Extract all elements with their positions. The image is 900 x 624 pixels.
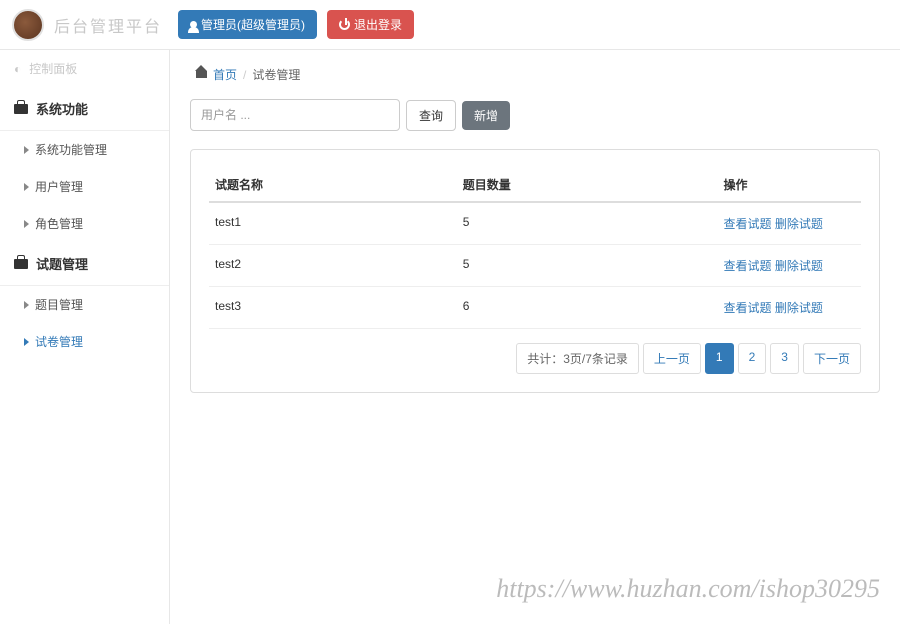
pager-summary: 共计：3页/7条记录 [516, 343, 639, 374]
sidebar-item-label: 角色管理 [35, 215, 83, 232]
admin-button[interactable]: 管理员(超级管理员) [178, 10, 317, 39]
sidebar-section-label: 试题管理 [36, 254, 88, 273]
search-button[interactable]: 查询 [406, 100, 456, 131]
caret-right-icon [24, 338, 29, 346]
pager-prev[interactable]: 上一页 [643, 343, 701, 374]
sidebar-item-dashboard[interactable]: ◐ 控制面板 [0, 50, 169, 87]
home-icon [196, 71, 207, 78]
caret-right-icon [24, 146, 29, 154]
breadcrumb-home[interactable]: 首页 [213, 66, 237, 83]
avatar[interactable] [12, 9, 44, 41]
filter-bar: 查询 新增 [190, 99, 880, 131]
dashboard-icon: ◐ [14, 62, 21, 76]
sidebar-item-label: 试卷管理 [35, 333, 83, 350]
cell-count: 5 [457, 245, 718, 287]
pager-page[interactable]: 3 [770, 343, 799, 374]
logout-button[interactable]: 退出登录 [327, 10, 414, 39]
sidebar: ◐ 控制面板 系统功能 系统功能管理 用户管理 角色管理 试题管理 题目管理 试… [0, 50, 170, 624]
breadcrumb-sep: / [243, 68, 246, 82]
brand-text: 后台管理平台 [54, 13, 162, 37]
sidebar-item-label: 控制面板 [29, 60, 77, 77]
pager-next[interactable]: 下一页 [803, 343, 861, 374]
table-row: test15查看试题 删除试题 [209, 202, 861, 245]
cell-action: 查看试题 删除试题 [718, 287, 861, 329]
logout-button-label: 退出登录 [354, 16, 402, 33]
user-icon [190, 21, 197, 28]
add-button[interactable]: 新增 [462, 101, 510, 130]
sidebar-item-label: 题目管理 [35, 296, 83, 313]
delete-link[interactable]: 删除试题 [775, 217, 823, 231]
cell-name: test2 [209, 245, 457, 287]
sidebar-section-exam[interactable]: 试题管理 [0, 242, 169, 286]
col-name: 试题名称 [209, 168, 457, 202]
pagination: 共计：3页/7条记录 上一页 123 下一页 [209, 343, 861, 374]
sidebar-item-question-mgmt[interactable]: 题目管理 [0, 286, 169, 323]
col-count: 题目数量 [457, 168, 718, 202]
username-input[interactable] [190, 99, 400, 131]
sidebar-item-label: 用户管理 [35, 178, 83, 195]
paper-table: 试题名称 题目数量 操作 test15查看试题 删除试题test25查看试题 删… [209, 168, 861, 329]
briefcase-icon [14, 259, 28, 269]
view-link[interactable]: 查看试题 [724, 301, 772, 315]
delete-link[interactable]: 删除试题 [775, 259, 823, 273]
table-row: test25查看试题 删除试题 [209, 245, 861, 287]
caret-right-icon [24, 301, 29, 309]
cell-name: test1 [209, 202, 457, 245]
breadcrumb: 首页 / 试卷管理 [190, 50, 880, 99]
cell-count: 5 [457, 202, 718, 245]
caret-right-icon [24, 183, 29, 191]
cell-name: test3 [209, 287, 457, 329]
pager-page[interactable]: 2 [738, 343, 767, 374]
content: 首页 / 试卷管理 查询 新增 试题名称 题目数量 操作 test15查看试题 … [170, 50, 900, 624]
sidebar-section-system[interactable]: 系统功能 [0, 87, 169, 131]
sidebar-item-system-mgmt[interactable]: 系统功能管理 [0, 131, 169, 168]
briefcase-icon [14, 104, 28, 114]
data-panel: 试题名称 题目数量 操作 test15查看试题 删除试题test25查看试题 删… [190, 149, 880, 393]
admin-button-label: 管理员(超级管理员) [201, 16, 305, 33]
view-link[interactable]: 查看试题 [724, 259, 772, 273]
sidebar-item-user-mgmt[interactable]: 用户管理 [0, 168, 169, 205]
view-link[interactable]: 查看试题 [724, 217, 772, 231]
delete-link[interactable]: 删除试题 [775, 301, 823, 315]
col-action: 操作 [718, 168, 861, 202]
cell-action: 查看试题 删除试题 [718, 245, 861, 287]
table-row: test36查看试题 删除试题 [209, 287, 861, 329]
sidebar-item-role-mgmt[interactable]: 角色管理 [0, 205, 169, 242]
sidebar-item-paper-mgmt[interactable]: 试卷管理 [0, 323, 169, 360]
sidebar-section-label: 系统功能 [36, 99, 88, 118]
cell-action: 查看试题 删除试题 [718, 202, 861, 245]
power-icon [339, 19, 350, 30]
pager-page[interactable]: 1 [705, 343, 734, 374]
breadcrumb-current: 试卷管理 [252, 66, 300, 83]
sidebar-item-label: 系统功能管理 [35, 141, 107, 158]
topbar: 后台管理平台 管理员(超级管理员) 退出登录 [0, 0, 900, 50]
cell-count: 6 [457, 287, 718, 329]
caret-right-icon [24, 220, 29, 228]
